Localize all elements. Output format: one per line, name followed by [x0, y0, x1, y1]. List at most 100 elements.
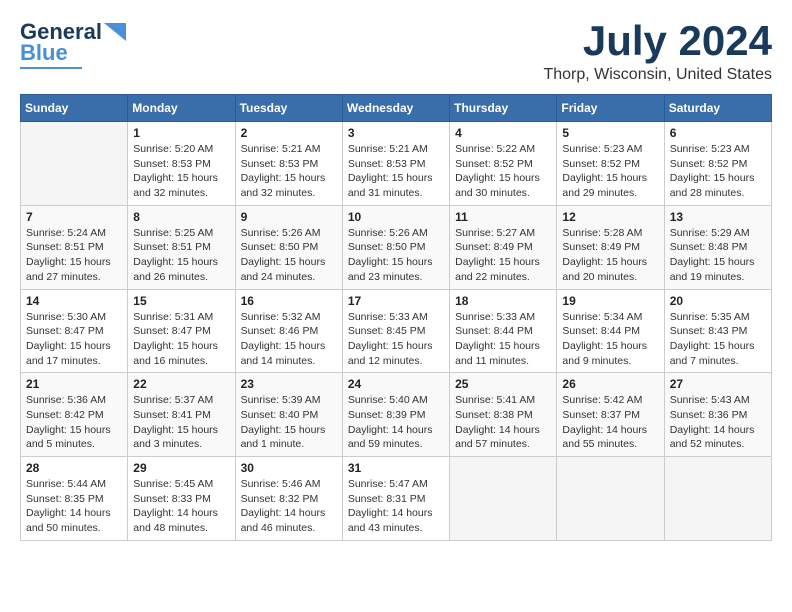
- day-number: 28: [26, 461, 122, 475]
- day-number: 1: [133, 126, 229, 140]
- calendar-cell: 28 Sunrise: 5:44 AM Sunset: 8:35 PM Dayli…: [21, 457, 128, 541]
- day-info: Sunrise: 5:46 AM Sunset: 8:32 PM Dayligh…: [241, 477, 337, 536]
- day-number: 29: [133, 461, 229, 475]
- day-info: Sunrise: 5:21 AM Sunset: 8:53 PM Dayligh…: [348, 142, 444, 201]
- calendar-table: SundayMondayTuesdayWednesdayThursdayFrid…: [20, 94, 772, 541]
- calendar-cell: 21Sunrise: 5:36 AM Sunset: 8:42 PM Dayli…: [21, 373, 128, 457]
- day-number: 19: [562, 294, 658, 308]
- calendar-cell: 23Sunrise: 5:39 AM Sunset: 8:40 PM Dayli…: [235, 373, 342, 457]
- day-number: 22: [133, 377, 229, 391]
- calendar-cell: 9 Sunrise: 5:26 AM Sunset: 8:50 PM Daylig…: [235, 205, 342, 289]
- day-number: 15: [133, 294, 229, 308]
- day-number: 31: [348, 461, 444, 475]
- day-info: Sunrise: 5:33 AM Sunset: 8:45 PM Dayligh…: [348, 310, 444, 369]
- day-number: 24: [348, 377, 444, 391]
- calendar-cell: 29 Sunrise: 5:45 AM Sunset: 8:33 PM Dayli…: [128, 457, 235, 541]
- day-number: 6: [670, 126, 766, 140]
- calendar-cell: 12 Sunrise: 5:28 AM Sunset: 8:49 PM Dayli…: [557, 205, 664, 289]
- calendar-week-1: 1 Sunrise: 5:20 AM Sunset: 8:53 PM Daylig…: [21, 122, 772, 206]
- calendar-cell: 10 Sunrise: 5:26 AM Sunset: 8:50 PM Dayli…: [342, 205, 449, 289]
- day-info: Sunrise: 5:47 AM Sunset: 8:31 PM Dayligh…: [348, 477, 444, 536]
- day-number: 27: [670, 377, 766, 391]
- calendar-cell: 30 Sunrise: 5:46 AM Sunset: 8:32 PM Dayli…: [235, 457, 342, 541]
- calendar-cell: 3Sunrise: 5:21 AM Sunset: 8:53 PM Daylig…: [342, 122, 449, 206]
- calendar-header-friday: Friday: [557, 95, 664, 122]
- logo-arrow-icon: [104, 23, 126, 41]
- day-info: Sunrise: 5:23 AM Sunset: 8:52 PM Dayligh…: [670, 142, 766, 201]
- calendar-header-monday: Monday: [128, 95, 235, 122]
- day-number: 17: [348, 294, 444, 308]
- day-info: Sunrise: 5:42 AM Sunset: 8:37 PM Dayligh…: [562, 393, 658, 452]
- day-number: 14: [26, 294, 122, 308]
- calendar-cell: 2 Sunrise: 5:21 AM Sunset: 8:53 PM Daylig…: [235, 122, 342, 206]
- day-info: Sunrise: 5:45 AM Sunset: 8:33 PM Dayligh…: [133, 477, 229, 536]
- calendar-cell: 22 Sunrise: 5:37 AM Sunset: 8:41 PM Dayli…: [128, 373, 235, 457]
- day-info: Sunrise: 5:27 AM Sunset: 8:49 PM Dayligh…: [455, 226, 551, 285]
- calendar-cell: 26Sunrise: 5:42 AM Sunset: 8:37 PM Dayli…: [557, 373, 664, 457]
- calendar-week-5: 28 Sunrise: 5:44 AM Sunset: 8:35 PM Dayli…: [21, 457, 772, 541]
- day-info: Sunrise: 5:26 AM Sunset: 8:50 PM Dayligh…: [241, 226, 337, 285]
- day-info: Sunrise: 5:21 AM Sunset: 8:53 PM Dayligh…: [241, 142, 337, 201]
- calendar-cell: [21, 122, 128, 206]
- day-number: 8: [133, 210, 229, 224]
- calendar-cell: 5 Sunrise: 5:23 AM Sunset: 8:52 PM Daylig…: [557, 122, 664, 206]
- calendar-cell: 25Sunrise: 5:41 AM Sunset: 8:38 PM Dayli…: [450, 373, 557, 457]
- calendar-cell: 27 Sunrise: 5:43 AM Sunset: 8:36 PM Dayli…: [664, 373, 771, 457]
- calendar-week-2: 7 Sunrise: 5:24 AM Sunset: 8:51 PM Daylig…: [21, 205, 772, 289]
- day-number: 4: [455, 126, 551, 140]
- calendar-cell: 18 Sunrise: 5:33 AM Sunset: 8:44 PM Dayli…: [450, 289, 557, 373]
- day-info: Sunrise: 5:31 AM Sunset: 8:47 PM Dayligh…: [133, 310, 229, 369]
- day-number: 9: [241, 210, 337, 224]
- calendar-header-saturday: Saturday: [664, 95, 771, 122]
- calendar-header-wednesday: Wednesday: [342, 95, 449, 122]
- subtitle: Thorp, Wisconsin, United States: [543, 66, 772, 84]
- day-info: Sunrise: 5:20 AM Sunset: 8:53 PM Dayligh…: [133, 142, 229, 201]
- calendar-cell: 20Sunrise: 5:35 AM Sunset: 8:43 PM Dayli…: [664, 289, 771, 373]
- logo-blue-text: Blue: [20, 42, 68, 64]
- day-number: 7: [26, 210, 122, 224]
- day-number: 2: [241, 126, 337, 140]
- day-info: Sunrise: 5:32 AM Sunset: 8:46 PM Dayligh…: [241, 310, 337, 369]
- logo-underline: [20, 67, 82, 69]
- calendar-cell: 31 Sunrise: 5:47 AM Sunset: 8:31 PM Dayli…: [342, 457, 449, 541]
- calendar-cell: [450, 457, 557, 541]
- calendar-cell: 13Sunrise: 5:29 AM Sunset: 8:48 PM Dayli…: [664, 205, 771, 289]
- day-info: Sunrise: 5:22 AM Sunset: 8:52 PM Dayligh…: [455, 142, 551, 201]
- day-info: Sunrise: 5:40 AM Sunset: 8:39 PM Dayligh…: [348, 393, 444, 452]
- calendar-cell: [557, 457, 664, 541]
- day-number: 10: [348, 210, 444, 224]
- day-number: 12: [562, 210, 658, 224]
- day-number: 18: [455, 294, 551, 308]
- calendar-header-row: SundayMondayTuesdayWednesdayThursdayFrid…: [21, 95, 772, 122]
- main-title: July 2024: [543, 20, 772, 62]
- day-number: 23: [241, 377, 337, 391]
- day-info: Sunrise: 5:26 AM Sunset: 8:50 PM Dayligh…: [348, 226, 444, 285]
- calendar-header-thursday: Thursday: [450, 95, 557, 122]
- logo: General Blue: [20, 20, 126, 69]
- page-header: General Blue July 2024 Thorp, Wisconsin,…: [20, 20, 772, 84]
- calendar-week-4: 21Sunrise: 5:36 AM Sunset: 8:42 PM Dayli…: [21, 373, 772, 457]
- calendar-cell: 17 Sunrise: 5:33 AM Sunset: 8:45 PM Dayli…: [342, 289, 449, 373]
- title-section: July 2024 Thorp, Wisconsin, United State…: [543, 20, 772, 84]
- day-info: Sunrise: 5:24 AM Sunset: 8:51 PM Dayligh…: [26, 226, 122, 285]
- day-info: Sunrise: 5:44 AM Sunset: 8:35 PM Dayligh…: [26, 477, 122, 536]
- day-number: 25: [455, 377, 551, 391]
- calendar-cell: 1 Sunrise: 5:20 AM Sunset: 8:53 PM Daylig…: [128, 122, 235, 206]
- calendar-cell: 24 Sunrise: 5:40 AM Sunset: 8:39 PM Dayli…: [342, 373, 449, 457]
- day-info: Sunrise: 5:35 AM Sunset: 8:43 PM Dayligh…: [670, 310, 766, 369]
- calendar-week-3: 14Sunrise: 5:30 AM Sunset: 8:47 PM Dayli…: [21, 289, 772, 373]
- day-info: Sunrise: 5:43 AM Sunset: 8:36 PM Dayligh…: [670, 393, 766, 452]
- calendar-cell: 15 Sunrise: 5:31 AM Sunset: 8:47 PM Dayli…: [128, 289, 235, 373]
- day-info: Sunrise: 5:36 AM Sunset: 8:42 PM Dayligh…: [26, 393, 122, 452]
- day-number: 5: [562, 126, 658, 140]
- day-info: Sunrise: 5:37 AM Sunset: 8:41 PM Dayligh…: [133, 393, 229, 452]
- calendar-cell: 16Sunrise: 5:32 AM Sunset: 8:46 PM Dayli…: [235, 289, 342, 373]
- day-number: 13: [670, 210, 766, 224]
- calendar-cell: 4 Sunrise: 5:22 AM Sunset: 8:52 PM Daylig…: [450, 122, 557, 206]
- day-info: Sunrise: 5:28 AM Sunset: 8:49 PM Dayligh…: [562, 226, 658, 285]
- day-info: Sunrise: 5:23 AM Sunset: 8:52 PM Dayligh…: [562, 142, 658, 201]
- day-number: 30: [241, 461, 337, 475]
- calendar-cell: 8Sunrise: 5:25 AM Sunset: 8:51 PM Daylig…: [128, 205, 235, 289]
- calendar-header-tuesday: Tuesday: [235, 95, 342, 122]
- day-info: Sunrise: 5:33 AM Sunset: 8:44 PM Dayligh…: [455, 310, 551, 369]
